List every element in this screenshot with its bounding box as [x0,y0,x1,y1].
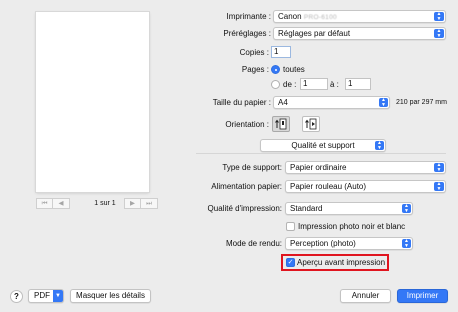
copies-field[interactable]: 1 [271,46,291,58]
page-count-label: 1 sur 1 [94,200,116,207]
paper-size-select[interactable]: A4 ▲ ▼ [273,96,390,109]
panel-select-chevron-icon: ▲ ▼ [375,141,384,150]
paper-source-value: Papier rouleau (Auto) [290,182,367,191]
landscape-icon [305,118,317,130]
presets-select[interactable]: Réglages par défaut ▲ ▼ [273,27,446,40]
print-quality-chevron-icon: ▲ ▼ [402,204,411,213]
help-button[interactable]: ? [10,290,23,303]
copies-label: Copies : [239,48,269,57]
pdf-button[interactable]: PDF ▼ [28,289,64,303]
paper-size-chevron-icon: ▲ ▼ [379,98,388,107]
render-mode-select[interactable]: Perception (photo) ▲ ▼ [285,237,413,250]
orientation-landscape-button[interactable] [302,116,320,132]
presets-label: Préréglages : [223,29,271,38]
pages-all-radio[interactable] [271,65,280,74]
pdf-chevron-down-icon: ▼ [53,290,63,302]
media-type-select[interactable]: Papier ordinaire ▲ ▼ [285,161,446,174]
previous-page-button[interactable]: ◀ [53,198,70,209]
preview-before-print-checkbox[interactable]: ✓ [286,258,295,267]
pages-from-field[interactable]: 1 [300,78,328,90]
media-type-label: Type de support: [222,163,282,172]
next-page-button[interactable]: ▶ [124,198,141,209]
paper-source-chevron-icon: ▲ ▼ [434,182,444,191]
portrait-icon [275,118,287,130]
presets-chevron-icon: ▲ ▼ [434,29,444,38]
last-page-button[interactable]: ⏭ [141,198,158,209]
panel-select-value: Qualité et support [291,141,355,150]
printer-name: Canon [278,12,302,21]
paper-dimensions: 210 par 297 mm [396,99,447,106]
print-quality-label: Qualité d'impression: [207,204,282,213]
first-page-button[interactable]: ⏮ [36,198,53,209]
pages-all-label: toutes [283,65,305,74]
preview-before-print-label: Aperçu avant impression [297,258,386,267]
pages-from-label: de : [283,80,297,89]
panel-divider [196,153,446,154]
cancel-button[interactable]: Annuler [340,289,391,303]
paper-size-label: Taille du papier : [212,98,271,107]
print-button[interactable]: Imprimer [397,289,448,303]
print-quality-select[interactable]: Standard ▲ ▼ [285,202,413,215]
pages-to-field[interactable]: 1 [345,78,371,90]
orientation-portrait-button[interactable] [272,116,290,132]
render-mode-value: Perception (photo) [290,239,356,248]
bw-photo-checkbox[interactable] [286,222,295,231]
render-mode-label: Mode de rendu: [225,239,282,248]
pages-range-radio[interactable] [271,80,280,89]
print-preview-page [36,12,149,192]
bw-photo-label: Impression photo noir et blanc [298,222,406,231]
printer-model-redacted: PRO-6100 [303,14,337,21]
media-type-chevron-icon: ▲ ▼ [434,163,444,172]
presets-value: Réglages par défaut [278,29,351,38]
paper-source-label: Alimentation papier: [211,182,282,191]
printer-select[interactable]: Canon PRO-6100 ▲ ▼ [273,10,446,23]
render-mode-chevron-icon: ▲ ▼ [402,239,411,248]
media-type-value: Papier ordinaire [290,163,347,172]
print-quality-value: Standard [290,204,323,213]
preview-nav-forward-group: ▶ ⏭ [124,198,158,210]
pages-label: Pages : [241,65,269,74]
panel-select[interactable]: Qualité et support ▲ ▼ [260,139,386,152]
pages-to-label: à : [330,80,339,89]
printer-chevron-icon: ▲ ▼ [434,12,444,21]
paper-source-select[interactable]: Papier rouleau (Auto) ▲ ▼ [285,180,446,193]
pdf-button-label: PDF [34,291,50,300]
printer-label: Imprimante : [226,12,271,21]
hide-details-button[interactable]: Masquer les détails [70,289,151,303]
preview-nav-back-group: ⏮ ◀ [36,198,70,210]
orientation-label: Orientation : [225,120,269,129]
paper-size-value: A4 [278,98,288,107]
